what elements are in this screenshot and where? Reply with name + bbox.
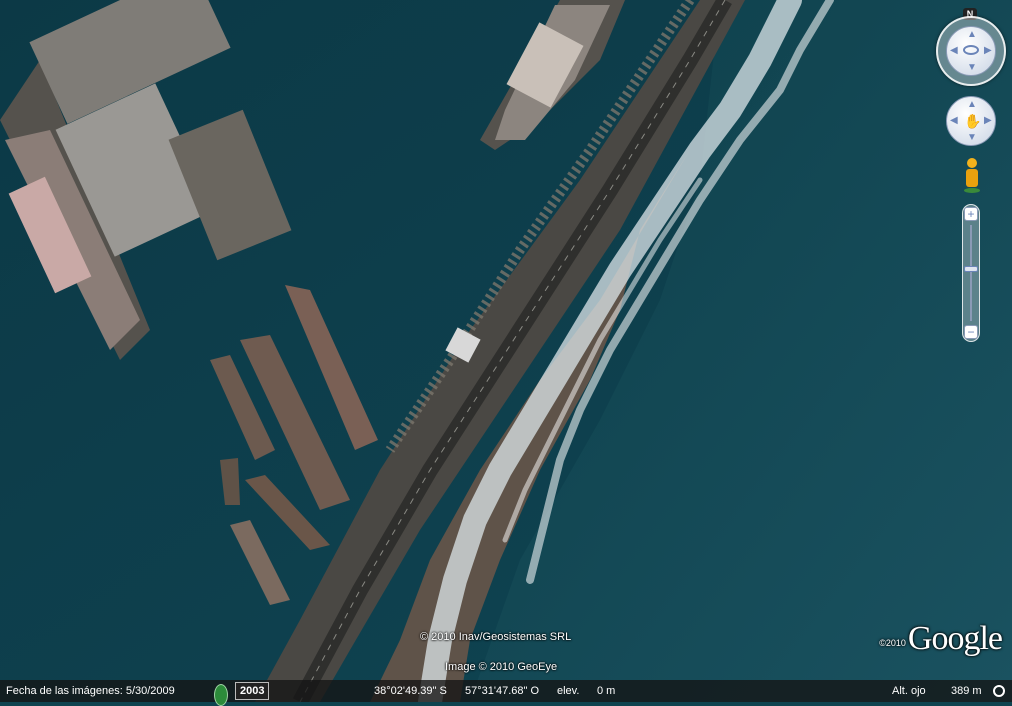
elevation-value: 0 m	[597, 685, 616, 697]
move-up-arrow-icon[interactable]: ▲	[967, 100, 977, 110]
map-attribution-imagery: Image © 2010 GeoEye	[445, 661, 558, 673]
zoom-track[interactable]	[970, 225, 972, 321]
map-attribution-data: © 2010 Inav/Geosistemas SRL	[420, 631, 572, 643]
move-control[interactable]: ▲ ▼ ◀ ▶ ✋	[946, 96, 996, 146]
zoom-slider[interactable]: + −	[962, 204, 980, 342]
zoom-out-button[interactable]: −	[964, 325, 978, 339]
streaming-indicator-icon	[993, 685, 1005, 697]
logo-copyright: ©2010	[879, 638, 906, 648]
zoom-in-button[interactable]: +	[964, 207, 978, 221]
historical-year-badge[interactable]: 2003	[235, 682, 270, 700]
elevation-label: elev.	[557, 685, 580, 697]
eye-icon	[963, 45, 979, 55]
longitude-readout: 57°31'47.68" O	[465, 685, 540, 697]
imagery-date: Fecha de las imágenes: 5/30/2009	[6, 685, 175, 697]
move-left-arrow-icon[interactable]: ◀	[950, 116, 958, 126]
look-up-arrow-icon[interactable]: ▲	[967, 30, 977, 40]
look-control-disc[interactable]: ▲ ▼ ◀ ▶	[946, 26, 996, 76]
look-control-ring[interactable]: ▲ ▼ ◀ ▶	[936, 16, 1006, 86]
move-right-arrow-icon[interactable]: ▶	[984, 116, 992, 126]
hand-icon: ✋	[964, 113, 982, 129]
look-right-arrow-icon[interactable]: ▶	[984, 46, 992, 56]
satellite-map[interactable]	[0, 0, 1012, 702]
navigation-controls: N ▲ ▼ ◀ ▶ ▲ ▼ ◀ ▶ ✋ + −	[936, 8, 1008, 348]
move-down-arrow-icon[interactable]: ▼	[967, 133, 977, 143]
eye-altitude-value: 389 m	[951, 685, 982, 697]
look-down-arrow-icon[interactable]: ▼	[967, 63, 977, 73]
google-logo: ©2010 Google	[879, 616, 1003, 658]
eye-altitude-label: Alt. ojo	[892, 685, 926, 697]
logo-wordmark: Google	[907, 620, 1003, 657]
status-bar: Fecha de las imágenes: 5/30/2009 2003 38…	[0, 680, 1012, 706]
street-view-pegman-icon[interactable]	[964, 158, 980, 194]
zoom-slider-thumb[interactable]	[964, 265, 978, 272]
look-left-arrow-icon[interactable]: ◀	[950, 46, 958, 56]
historical-imagery-clock-icon[interactable]	[214, 684, 228, 706]
latitude-readout: 38°02'49.39" S	[374, 685, 447, 697]
